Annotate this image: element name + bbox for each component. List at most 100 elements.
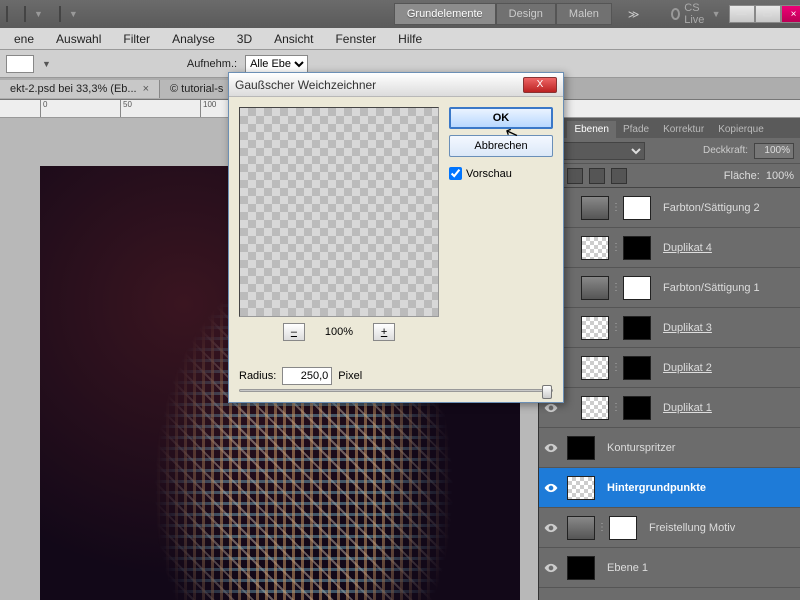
- menu-ansicht[interactable]: Ansicht: [264, 29, 323, 49]
- layer-name[interactable]: Farbton/Sättigung 1: [663, 282, 760, 294]
- document-tab[interactable]: © tutorial-s: [160, 80, 234, 98]
- mask-thumb[interactable]: [623, 236, 651, 260]
- window-minimize-button[interactable]: —: [729, 5, 755, 23]
- workspace-more-icon[interactable]: ≫: [620, 4, 648, 25]
- dialog-titlebar[interactable]: Gaußscher Weichzeichner X: [229, 73, 563, 97]
- window-maximize-button[interactable]: ▭: [755, 5, 781, 23]
- radius-slider[interactable]: [239, 389, 553, 392]
- layer-thumb[interactable]: [567, 436, 595, 460]
- workspace-tab-malen[interactable]: Malen: [556, 3, 612, 25]
- workspace-tab-design[interactable]: Design: [496, 3, 556, 25]
- mask-thumb[interactable]: [623, 356, 651, 380]
- menu-auswahl[interactable]: Auswahl: [46, 29, 111, 49]
- dialog-preview-box[interactable]: [239, 107, 439, 317]
- visibility-eye-icon[interactable]: [543, 560, 559, 576]
- layer-name[interactable]: Farbton/Sättigung 2: [663, 202, 760, 214]
- chevron-down-icon[interactable]: ▼: [34, 9, 43, 19]
- layer-name[interactable]: Konturspritzer: [607, 442, 675, 454]
- slider-thumb[interactable]: [542, 385, 552, 399]
- layer-row[interactable]: Ebene 1: [539, 548, 800, 588]
- layer-thumbs: ⋮: [567, 356, 651, 380]
- preview-checkbox-row[interactable]: Vorschau: [449, 167, 553, 180]
- layer-thumb[interactable]: [567, 556, 595, 580]
- lock-all-icon[interactable]: [611, 168, 627, 184]
- ruler-tick: 50: [120, 100, 132, 118]
- layer-row[interactable]: Konturspritzer: [539, 428, 800, 468]
- layer-name[interactable]: Freistellung Motiv: [649, 522, 735, 534]
- cancel-button[interactable]: Abbrechen: [449, 135, 553, 157]
- layer-thumb[interactable]: [581, 236, 609, 260]
- lock-position-icon[interactable]: [589, 168, 605, 184]
- tool-preset-swatch[interactable]: [6, 55, 34, 73]
- opacity-value[interactable]: 100%: [754, 143, 794, 159]
- app-icon: [6, 6, 8, 22]
- layer-name[interactable]: Duplikat 1: [663, 402, 712, 414]
- layer-name[interactable]: Duplikat 3: [663, 322, 712, 334]
- mask-thumb[interactable]: [623, 396, 651, 420]
- layer-row[interactable]: ⋮Duplikat 4: [539, 228, 800, 268]
- lock-paint-icon[interactable]: [567, 168, 583, 184]
- panel-tab-pfade[interactable]: Pfade: [616, 121, 656, 138]
- chevron-down-icon[interactable]: ▼: [42, 59, 51, 69]
- arrange-icon[interactable]: [59, 6, 61, 22]
- menubar: ene Auswahl Filter Analyse 3D Ansicht Fe…: [0, 28, 800, 50]
- layer-name[interactable]: Hintergrundpunkte: [607, 482, 706, 494]
- layer-row[interactable]: ⋮ Duplikat 3: [539, 308, 800, 348]
- layer-thumb[interactable]: [567, 516, 595, 540]
- layer-row[interactable]: ⋮ Duplikat 2: [539, 348, 800, 388]
- layer-row[interactable]: ⋮Farbton/Sättigung 2: [539, 188, 800, 228]
- mask-thumb[interactable]: [623, 316, 651, 340]
- workspace-tabs: Grundelemente Design Malen: [394, 3, 612, 25]
- chevron-down-icon[interactable]: ▼: [69, 9, 78, 19]
- layer-thumbs: ⋮: [567, 396, 651, 420]
- fill-value[interactable]: 100%: [766, 170, 794, 182]
- layer-row[interactable]: ⋮ Duplikat 1: [539, 388, 800, 428]
- menu-ebene[interactable]: ene: [4, 29, 44, 49]
- visibility-eye-icon[interactable]: [543, 520, 559, 536]
- menu-hilfe[interactable]: Hilfe: [388, 29, 432, 49]
- layer-name[interactable]: Duplikat 2: [663, 362, 712, 374]
- cslive-label: CS Live: [684, 2, 707, 26]
- preview-checkbox[interactable]: [449, 167, 462, 180]
- layer-thumbs: [567, 436, 595, 460]
- menu-analyse[interactable]: Analyse: [162, 29, 225, 49]
- panel-tab-kopierquelle[interactable]: Kopierque: [711, 121, 771, 138]
- panel-tab-korrektur[interactable]: Korrektur: [656, 121, 711, 138]
- adjustment-thumb[interactable]: [581, 196, 609, 220]
- mask-thumb[interactable]: [623, 276, 651, 300]
- zoom-row: – 100% +: [239, 323, 439, 341]
- layer-thumb[interactable]: [581, 396, 609, 420]
- layer-thumb[interactable]: [567, 476, 595, 500]
- close-icon[interactable]: ×: [143, 83, 149, 95]
- layer-row[interactable]: ⋮Freistellung Motiv: [539, 508, 800, 548]
- panel-tab-ebenen[interactable]: Ebenen: [567, 121, 615, 138]
- window-close-button[interactable]: ×: [781, 5, 800, 23]
- cslive-menu[interactable]: CS Live ▼: [671, 2, 720, 26]
- visibility-eye-icon[interactable]: [543, 440, 559, 456]
- layer-row[interactable]: Hintergrundpunkte: [539, 468, 800, 508]
- link-icon: ⋮: [611, 322, 621, 333]
- ok-button[interactable]: OK: [449, 107, 553, 129]
- visibility-eye-icon[interactable]: [543, 480, 559, 496]
- zoom-in-button[interactable]: +: [373, 323, 395, 341]
- workspace-tab-grundelemente[interactable]: Grundelemente: [394, 3, 496, 25]
- layer-name[interactable]: Ebene 1: [607, 562, 648, 574]
- adjustment-thumb[interactable]: [581, 276, 609, 300]
- view-mode-icon[interactable]: [24, 6, 26, 22]
- document-tab[interactable]: ekt-2.psd bei 33,3% (Eb... ×: [0, 80, 160, 98]
- zoom-out-button[interactable]: –: [283, 323, 305, 341]
- menu-3d[interactable]: 3D: [227, 29, 262, 49]
- mask-thumb[interactable]: [623, 196, 651, 220]
- link-icon: ⋮: [611, 282, 621, 293]
- menu-filter[interactable]: Filter: [113, 29, 160, 49]
- layer-row[interactable]: ⋮ Farbton/Sättigung 1: [539, 268, 800, 308]
- radius-input[interactable]: [282, 367, 332, 385]
- layer-thumb[interactable]: [581, 316, 609, 340]
- ruler-tick: 0: [40, 100, 47, 118]
- dialog-close-button[interactable]: X: [523, 77, 557, 93]
- menu-fenster[interactable]: Fenster: [325, 29, 386, 49]
- layer-name[interactable]: Duplikat 4: [663, 242, 712, 254]
- sample-dropdown[interactable]: Alle Ebe: [245, 55, 308, 73]
- layer-thumb[interactable]: [581, 356, 609, 380]
- mask-thumb[interactable]: [609, 516, 637, 540]
